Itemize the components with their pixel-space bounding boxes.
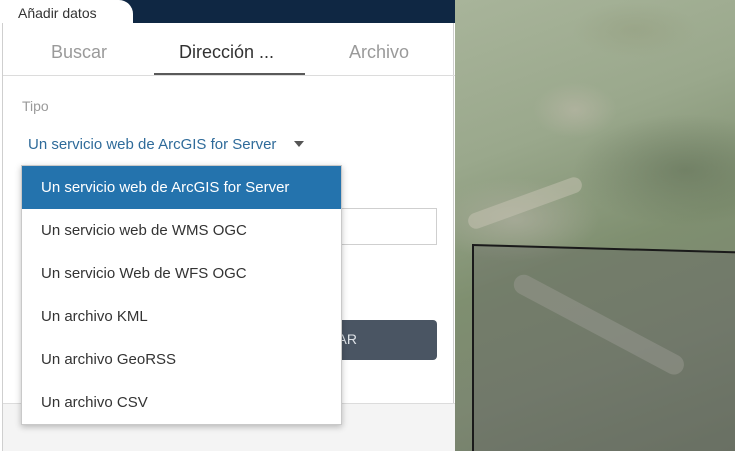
option-wms[interactable]: Un servicio web de WMS OGC [22,209,341,252]
option-kml[interactable]: Un archivo KML [22,295,341,338]
option-wfs[interactable]: Un servicio Web de WFS OGC [22,252,341,295]
option-csv[interactable]: Un archivo CSV [22,381,341,424]
type-label: Tipo [22,98,49,114]
option-arcgis-server[interactable]: Un servicio web de ArcGIS for Server [22,166,341,209]
tab-search[interactable]: Buscar [51,42,107,63]
tab-bar: Buscar Dirección ... Archivo [3,23,455,76]
chevron-down-icon[interactable] [294,141,304,147]
tab-file[interactable]: Archivo [349,42,409,63]
option-georss[interactable]: Un archivo GeoRSS [22,338,341,381]
type-select[interactable]: Un servicio web de ArcGIS for Server [28,136,276,153]
map-terrain-path [465,174,585,232]
map-feature-polygon[interactable] [472,244,735,451]
panel-title: Añadir datos [0,0,133,23]
active-tab-indicator [154,73,305,75]
tab-url[interactable]: Dirección ... [179,42,274,63]
map-view[interactable] [455,0,735,451]
type-dropdown-list: Un servicio web de ArcGIS for Server Un … [21,165,342,425]
